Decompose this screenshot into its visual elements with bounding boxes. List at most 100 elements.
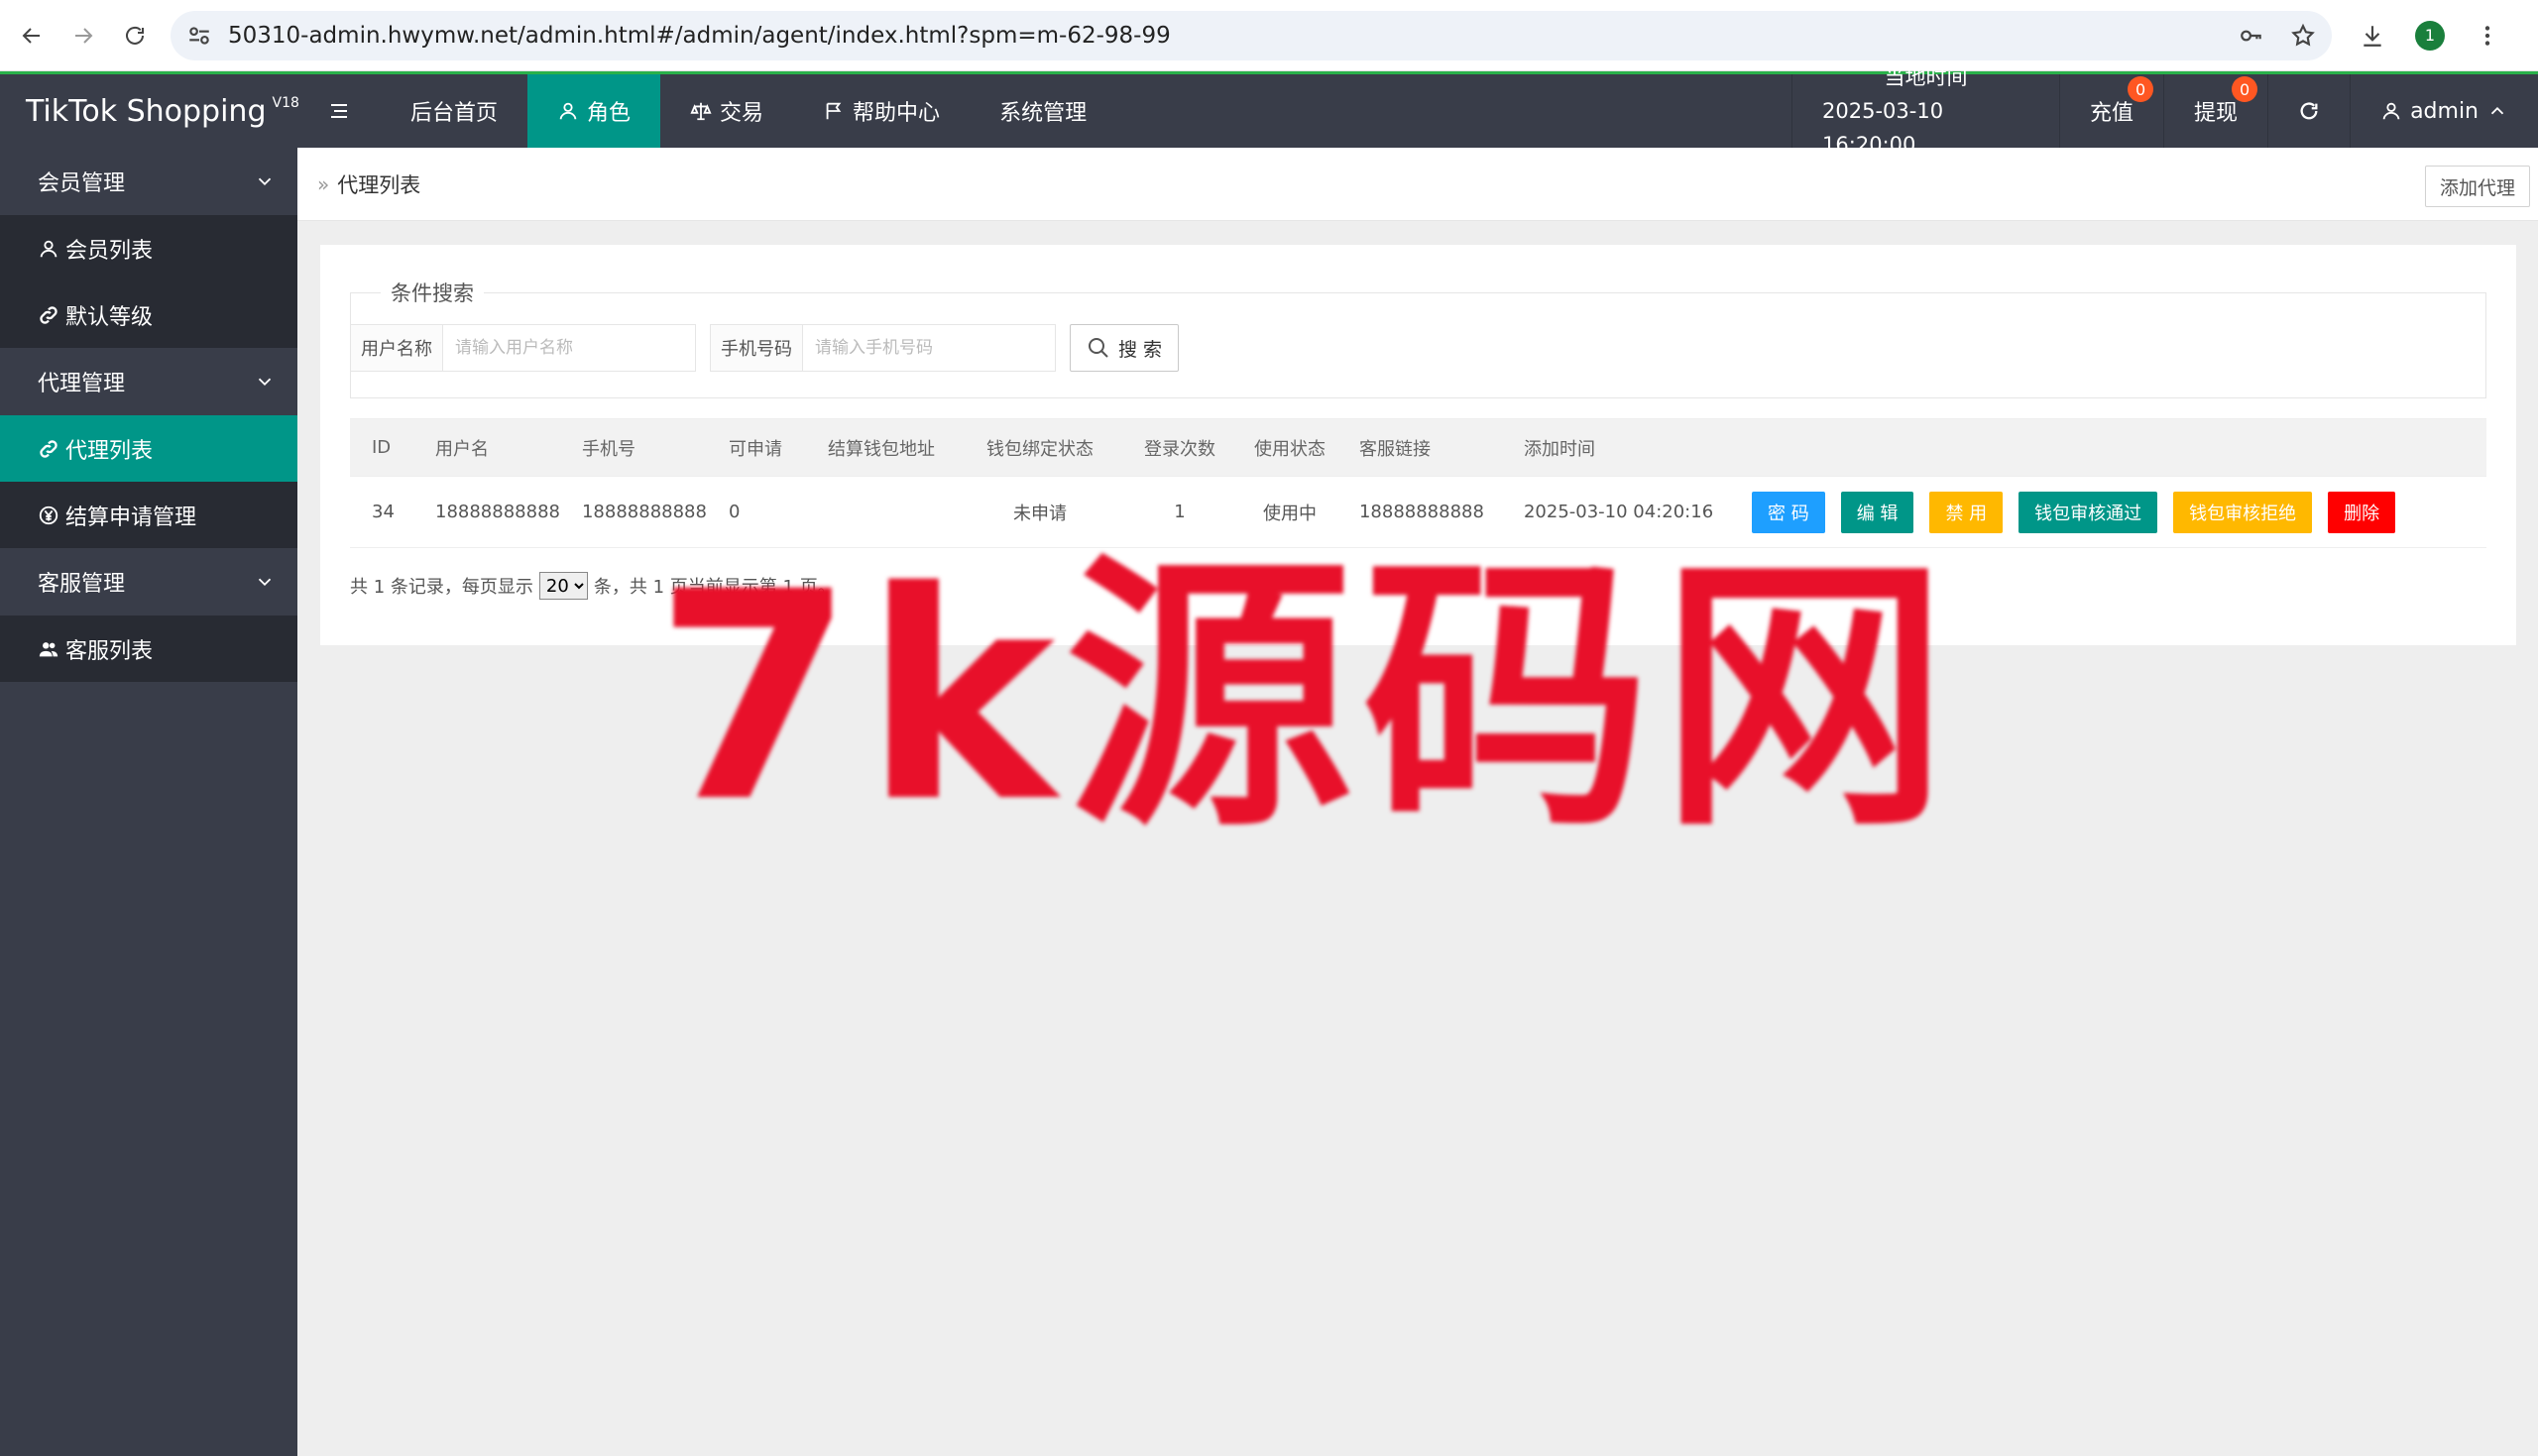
double-chevron-right-icon: »	[317, 171, 330, 196]
yen-circle-icon	[39, 505, 58, 524]
sidebar-item-service-list[interactable]: 客服列表	[0, 616, 297, 682]
link-icon	[40, 439, 58, 458]
col-wallet-address: 结算钱包地址	[805, 418, 963, 477]
forward-button[interactable]	[63, 16, 103, 56]
search-legend: 条件搜索	[381, 278, 484, 307]
sidebar-group-agents[interactable]: 代理管理	[0, 348, 297, 415]
breadcrumb: » 代理列表 添加代理	[297, 148, 2538, 221]
key-icon[interactable]	[2239, 23, 2264, 49]
download-icon[interactable]	[2360, 23, 2385, 49]
col-use-status: 使用状态	[1241, 418, 1337, 477]
app-logo: TikTok Shopping V18	[0, 74, 299, 148]
nav-label: 系统管理	[999, 101, 1088, 126]
withdraw-badge: 0	[2232, 76, 2258, 102]
col-login-count: 登录次数	[1116, 418, 1242, 477]
search-button-label: 搜 索	[1117, 338, 1163, 361]
local-time: 当地时间 2025-03-10 16:20:00	[1791, 65, 2059, 157]
users-icon	[39, 641, 58, 656]
wallet-approve-button[interactable]: 钱包审核通过	[2019, 491, 2158, 533]
search-button[interactable]: 搜 索	[1070, 324, 1179, 372]
phone-input[interactable]	[803, 325, 1055, 371]
user-menu[interactable]: admin	[2350, 74, 2538, 148]
cell-username: 18888888888	[413, 476, 560, 548]
nav-label: 交易	[720, 101, 764, 126]
pager-prefix: 共 1 条记录，每页显示	[350, 577, 533, 598]
time-label: 当地时间	[1884, 65, 1968, 89]
star-icon[interactable]	[2290, 23, 2316, 49]
menu-toggle-button[interactable]	[297, 74, 381, 148]
recharge-badge: 0	[2128, 76, 2154, 102]
reload-icon	[126, 26, 144, 45]
breadcrumb-current: 代理列表	[337, 172, 421, 197]
more-vert-icon[interactable]	[2475, 23, 2500, 49]
username-input-group: 用户名称	[350, 324, 696, 372]
col-id: ID	[350, 418, 413, 477]
nav-system[interactable]: 系统管理	[970, 74, 1116, 148]
user-icon	[2382, 102, 2400, 120]
sidebar-group-label: 代理管理	[38, 372, 126, 396]
nav-help[interactable]: 帮助中心	[793, 74, 970, 148]
search-row: 用户名称 手机号码 搜 索	[350, 324, 1179, 372]
nav-label: 角色	[587, 101, 632, 126]
withdraw-button[interactable]: 提现 0	[2163, 74, 2267, 148]
username-input[interactable]	[443, 325, 695, 371]
row-actions: 密 码 编 辑 禁 用 钱包审核通过 钱包审核拒绝 删除	[1751, 491, 2486, 533]
nav-trade[interactable]: 交易	[660, 74, 793, 148]
nav-role[interactable]: 角色	[527, 74, 661, 148]
col-available: 可申请	[706, 418, 806, 477]
recharge-button[interactable]: 充值 0	[2059, 74, 2163, 148]
back-button[interactable]	[12, 16, 52, 56]
search-icon	[1088, 338, 1108, 358]
user-icon	[40, 240, 58, 257]
url-text[interactable]: 50310-admin.hwymw.net/admin.html#/admin/…	[228, 23, 2239, 49]
add-agent-button[interactable]: 添加代理	[2424, 166, 2530, 207]
page-size-select[interactable]: 20	[538, 572, 588, 600]
logo-version: V18	[272, 95, 299, 111]
phone-input-group: 手机号码	[710, 324, 1056, 372]
watermark: 7k源码网	[654, 531, 1958, 865]
balance-scale-icon	[690, 102, 712, 121]
sidebar-item-label: 默认等级	[65, 304, 154, 330]
delete-button[interactable]: 删除	[2328, 491, 2396, 533]
reload-button[interactable]	[115, 16, 155, 56]
nav-label: 后台首页	[410, 101, 499, 126]
table-header-row: ID 用户名 手机号 可申请 结算钱包地址 钱包绑定状态 登录次数 使用状态 客…	[350, 418, 2486, 477]
address-bar[interactable]: 50310-admin.hwymw.net/admin.html#/admin/…	[171, 10, 2332, 60]
logo-text: TikTok Shopping	[26, 93, 267, 129]
agent-table: ID 用户名 手机号 可申请 结算钱包地址 钱包绑定状态 登录次数 使用状态 客…	[350, 418, 2486, 548]
refresh-icon	[2300, 102, 2318, 120]
flag-icon	[826, 102, 842, 120]
app-header: TikTok Shopping V18 后台首页 角色 交易 帮助中心 系统管理…	[0, 65, 2538, 157]
col-phone: 手机号	[559, 418, 707, 477]
sidebar-group-service[interactable]: 客服管理	[0, 548, 297, 616]
edit-button[interactable]: 编 辑	[1840, 491, 1914, 533]
wallet-reject-button[interactable]: 钱包审核拒绝	[2173, 491, 2313, 533]
sidebar-item-label: 客服列表	[65, 638, 154, 664]
sidebar-item-member-list[interactable]: 会员列表	[0, 215, 297, 281]
chevron-down-icon	[258, 578, 272, 587]
username-label: 用户名称	[351, 325, 443, 371]
sidebar-group-label: 客服管理	[38, 572, 126, 597]
nav-dashboard[interactable]: 后台首页	[381, 74, 527, 148]
withdraw-label: 提现	[2194, 101, 2239, 126]
password-button[interactable]: 密 码	[1751, 491, 1825, 533]
refresh-button[interactable]	[2267, 74, 2350, 148]
chevron-up-icon	[2490, 106, 2504, 115]
top-nav: 后台首页 角色 交易 帮助中心 系统管理	[381, 74, 1116, 148]
sidebar-group-label: 会员管理	[38, 171, 126, 196]
profile-avatar[interactable]: 1	[2415, 20, 2445, 51]
nav-label: 帮助中心	[853, 101, 941, 126]
site-settings-icon[interactable]	[186, 23, 212, 49]
chevron-down-icon	[258, 177, 272, 186]
link-icon	[40, 305, 58, 324]
user-icon	[559, 102, 577, 120]
sidebar-item-settlement[interactable]: 结算申请管理	[0, 482, 297, 548]
sidebar-group-members[interactable]: 会员管理	[0, 148, 297, 215]
cell-id: 34	[350, 476, 413, 548]
arrow-left-icon	[22, 27, 40, 44]
phone-label: 手机号码	[711, 325, 803, 371]
disable-button[interactable]: 禁 用	[1929, 491, 2004, 533]
sidebar-item-label: 会员列表	[65, 238, 154, 264]
sidebar-item-default-level[interactable]: 默认等级	[0, 281, 297, 348]
sidebar-item-agent-list[interactable]: 代理列表	[0, 415, 297, 482]
